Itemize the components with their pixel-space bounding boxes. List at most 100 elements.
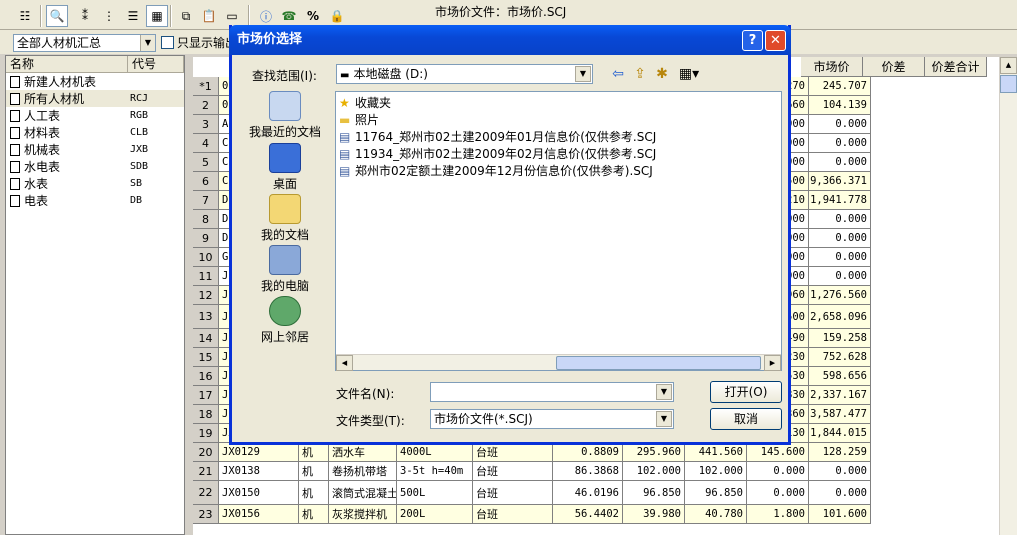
info-icon[interactable]: ⓘ — [255, 5, 277, 27]
table-cell-n[interactable]: 2 — [193, 96, 219, 115]
table-cell-name[interactable]: 卷扬机带塔 — [329, 462, 397, 481]
table-cell-n[interactable]: 9 — [193, 229, 219, 248]
table-cell-qty[interactable]: 46.0196 — [553, 481, 623, 505]
table-row[interactable]: 22JX0150机滚筒式混凝土搅拌机(电动)500L台班46.019696.85… — [193, 481, 999, 505]
table-cell-total[interactable]: 598.656 — [809, 367, 871, 386]
table-cell-spec[interactable]: 500L — [397, 481, 473, 505]
table-cell-n[interactable]: 16 — [193, 367, 219, 386]
header-name[interactable]: 名称 — [6, 56, 128, 72]
scroll-right-icon[interactable]: ▶ — [764, 355, 781, 371]
table-cell-mp[interactable]: 40.780 — [685, 505, 747, 524]
table-cell-code[interactable]: JX0156 — [219, 505, 299, 524]
table-cell-total[interactable]: 0.000 — [809, 210, 871, 229]
table-cell-c7[interactable]: 39.980 — [623, 505, 685, 524]
cancel-button[interactable]: 取消 — [710, 408, 782, 430]
header-diff-total[interactable]: 价差合计 — [925, 57, 987, 77]
lock-icon[interactable]: 🔒 — [326, 5, 348, 27]
file-item[interactable]: ▤ 郑州市02定额土建2009年12月份信息价(仅供参考).SCJ — [339, 162, 653, 179]
table-cell-total[interactable]: 0.000 — [809, 115, 871, 134]
table-cell-c7[interactable]: 295.960 — [623, 443, 685, 462]
scroll-up-icon[interactable]: ▲ — [1000, 57, 1017, 74]
table-cell-n[interactable]: 12 — [193, 286, 219, 305]
table-row[interactable]: 20 JX0129 机洒水车 4000L 台班 0.8809 295.960 441.560 1… — [193, 443, 999, 462]
table-cell-unit[interactable]: 台班 — [473, 462, 553, 481]
table-cell-n[interactable]: 5 — [193, 153, 219, 172]
table-cell-n[interactable]: 14 — [193, 329, 219, 348]
window-icon[interactable]: ▭ — [221, 5, 243, 27]
table-cell-qty[interactable]: 0.8809 — [553, 443, 623, 462]
filetype-select[interactable]: 市场价文件(*.SCJ) ▼ — [430, 409, 674, 429]
table-cell-n[interactable]: 8 — [193, 210, 219, 229]
table-cell-n[interactable]: 18 — [193, 405, 219, 424]
table-cell-diff[interactable]: 145.600 — [747, 443, 809, 462]
table-cell-n[interactable]: 6 — [193, 172, 219, 191]
table-cell-total[interactable]: 1,276.560 — [809, 286, 871, 305]
table-cell-n[interactable]: 22 — [193, 481, 219, 505]
table-cell-total[interactable]: 3,587.477 — [809, 405, 871, 424]
category-item[interactable]: 机械表 JXB — [6, 141, 184, 158]
table-cell-spec[interactable]: 3-5t h=40m — [397, 462, 473, 481]
table-cell-diff[interactable]: 0.000 — [747, 462, 809, 481]
table-cell-n[interactable]: 23 — [193, 505, 219, 524]
file-list-hscrollbar[interactable]: ◀ ▶ — [336, 354, 781, 371]
view-menu-icon[interactable]: ▦▾ — [676, 64, 702, 84]
dialog-title-bar[interactable]: 市场价选择 ? ✕ — [229, 25, 791, 55]
table-cell-n[interactable]: 17 — [193, 386, 219, 405]
table-cell-unit[interactable]: 台班 — [473, 443, 553, 462]
table-cell-spec[interactable]: 4000L — [397, 443, 473, 462]
output-only-checkbox[interactable] — [161, 36, 174, 49]
table-cell-total[interactable]: 0.000 — [809, 248, 871, 267]
header-code[interactable]: 代号 — [128, 56, 184, 72]
tree-icon[interactable]: ⋮ — [98, 5, 120, 27]
table-cell-total[interactable]: 0.000 — [809, 462, 871, 481]
table-cell-total[interactable]: 1,844.015 — [809, 424, 871, 443]
preview-icon[interactable]: 🔍 — [46, 5, 68, 27]
open-button[interactable]: 打开(O) — [710, 381, 782, 403]
category-item[interactable]: 材料表 CLB — [6, 124, 184, 141]
help-icon[interactable]: ? — [742, 30, 763, 51]
table-cell-unit[interactable]: 台班 — [473, 481, 553, 505]
table-cell-unit[interactable]: 台班 — [473, 505, 553, 524]
chevron-down-icon[interactable]: ▼ — [656, 384, 672, 400]
table-cell-total[interactable]: 2,337.167 — [809, 386, 871, 405]
scroll-thumb[interactable] — [1000, 75, 1017, 93]
table-cell-mp[interactable]: 96.850 — [685, 481, 747, 505]
table-cell-diff[interactable]: 0.000 — [747, 481, 809, 505]
new-folder-icon[interactable]: ✱ — [652, 64, 672, 84]
grid-icon[interactable]: ▦ — [146, 5, 168, 27]
place-recent[interactable]: 我最近的文档 — [238, 91, 332, 141]
table-cell-c7[interactable]: 102.000 — [623, 462, 685, 481]
category-item[interactable]: 人工表 RGB — [6, 107, 184, 124]
category-item[interactable]: 电表 DB — [6, 192, 184, 209]
category-combo[interactable]: 全部人材机汇总 ▼ — [13, 34, 156, 52]
lookin-combo[interactable]: ▬ 本地磁盘 (D:) ▼ — [336, 64, 593, 84]
table-cell-qty[interactable]: 86.3868 — [553, 462, 623, 481]
table-cell-n[interactable]: 19 — [193, 424, 219, 443]
table-cell-c7[interactable]: 96.850 — [623, 481, 685, 505]
table-cell-mp[interactable]: 441.560 — [685, 443, 747, 462]
table-cell-name[interactable]: 灰浆搅拌机 — [329, 505, 397, 524]
table-cell-type[interactable]: 机 — [299, 443, 329, 462]
table-cell-total[interactable]: 104.139 — [809, 96, 871, 115]
copy-icon[interactable]: ⧉ — [175, 5, 197, 27]
table-cell-total[interactable]: 1,941.778 — [809, 191, 871, 210]
category-item[interactable]: 水表 SB — [6, 175, 184, 192]
header-diff[interactable]: 价差 — [863, 57, 925, 77]
table-cell-n[interactable]: 7 — [193, 191, 219, 210]
file-item[interactable]: ▤ 11934_郑州市02土建2009年02月信息价(仅供参考.SCJ — [339, 145, 656, 162]
table-cell-total[interactable]: 752.628 — [809, 348, 871, 367]
table-cell-type[interactable]: 机 — [299, 481, 329, 505]
table-cell-n[interactable]: 10 — [193, 248, 219, 267]
table-cell-code[interactable]: JX0138 — [219, 462, 299, 481]
chevron-down-icon[interactable]: ▼ — [140, 35, 155, 51]
table-row[interactable]: 21 JX0138 机卷扬机带塔 3-5t h=40m 台班 86.3868 102.000… — [193, 462, 999, 481]
list-icon[interactable]: ☷ — [14, 5, 36, 27]
place-my-documents[interactable]: 我的文档 — [238, 194, 332, 244]
category-item[interactable]: 所有人材机 RCJ — [6, 90, 184, 107]
table-cell-total[interactable]: 128.259 — [809, 443, 871, 462]
table-cell-n[interactable]: *1 — [193, 77, 219, 96]
place-desktop[interactable]: 桌面 — [238, 143, 332, 193]
table-cell-name[interactable]: 洒水车 — [329, 443, 397, 462]
table-cell-total[interactable]: 0.000 — [809, 481, 871, 505]
paste-icon[interactable]: 📋 — [198, 5, 220, 27]
